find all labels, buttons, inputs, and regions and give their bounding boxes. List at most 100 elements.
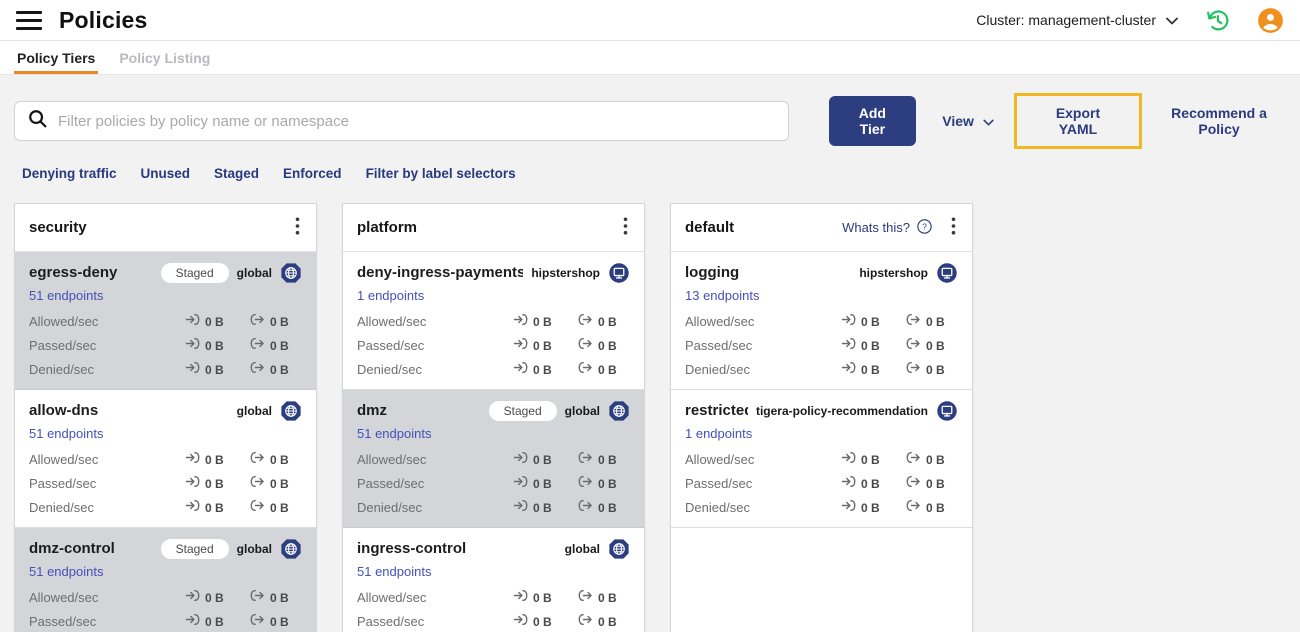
inbound-value: 0 B <box>861 476 880 491</box>
cluster-selector[interactable]: Cluster: management-cluster <box>976 12 1178 28</box>
inbound-value: 0 B <box>205 314 224 329</box>
history-icon <box>1204 7 1231 34</box>
endpoints-link[interactable]: 1 endpoints <box>357 288 424 303</box>
add-tier-button[interactable]: Add Tier <box>828 96 917 146</box>
outbound-value: 0 B <box>598 500 617 515</box>
policy-card-restricted[interactable]: restricted tigera-policy-recommendation 1 … <box>671 390 972 528</box>
stat-label: Allowed/sec <box>685 451 755 467</box>
outbound-value: 0 B <box>598 362 617 377</box>
egress-icon <box>578 361 593 378</box>
policy-card-egress-deny[interactable]: egress-deny Staged global 51 endpoints Allow… <box>15 252 316 390</box>
stat-label: Denied/sec <box>685 499 751 515</box>
ingress-icon <box>513 589 528 606</box>
stat-row: Passed/sec 0 B 0 B <box>685 337 958 354</box>
inbound-value: 0 B <box>861 314 880 329</box>
policy-card-logging[interactable]: logging hipstershop 13 endpoints Allowed/se… <box>671 252 972 390</box>
stat-row: Denied/sec 0 B 0 B <box>685 499 958 516</box>
filter-unused[interactable]: Unused <box>141 166 191 181</box>
stat-row: Denied/sec 0 B 0 B <box>685 361 958 378</box>
namespace-icon <box>936 262 958 284</box>
ingress-icon <box>513 337 528 354</box>
outbound-value: 0 B <box>270 452 289 467</box>
staged-badge: Staged <box>160 538 229 559</box>
filter-enforced[interactable]: Enforced <box>283 166 342 181</box>
ingress-icon <box>185 499 200 516</box>
inbound-stat: 0 B <box>185 361 240 378</box>
filter-filter-by-label-selectors[interactable]: Filter by label selectors <box>366 166 516 181</box>
outbound-stat: 0 B <box>578 613 630 630</box>
search-input[interactable] <box>58 112 776 130</box>
inbound-stat: 0 B <box>841 451 896 468</box>
egress-icon <box>250 361 265 378</box>
policy-card-dmz-control[interactable]: dmz-control Staged global 51 endpoints Allow… <box>15 528 316 632</box>
egress-icon <box>578 589 593 606</box>
outbound-stat: 0 B <box>250 451 302 468</box>
tab-policy-listing[interactable]: Policy Listing <box>116 41 213 74</box>
stat-label: Allowed/sec <box>357 589 427 605</box>
recommend-policy-button[interactable]: Recommend a Policy <box>1152 105 1286 137</box>
inbound-stat: 0 B <box>185 313 240 330</box>
filter-staged[interactable]: Staged <box>214 166 259 181</box>
egress-icon <box>250 475 265 492</box>
endpoints-link[interactable]: 51 endpoints <box>29 426 103 441</box>
inbound-value: 0 B <box>533 362 552 377</box>
endpoints-link[interactable]: 13 endpoints <box>685 288 759 303</box>
tab-policy-tiers[interactable]: Policy Tiers <box>14 41 99 74</box>
view-button-label: View <box>942 113 974 129</box>
outbound-stat: 0 B <box>906 475 958 492</box>
outbound-value: 0 B <box>270 314 289 329</box>
egress-icon <box>906 499 921 516</box>
outbound-stat: 0 B <box>578 313 630 330</box>
endpoints-link[interactable]: 51 endpoints <box>357 564 431 579</box>
stat-row: Allowed/sec 0 B 0 B <box>29 313 302 330</box>
tier-menu-button[interactable] <box>289 215 306 240</box>
policy-card-dmz[interactable]: dmz Staged global 51 endpoints Allowed/sec 0 … <box>343 390 644 528</box>
inbound-stat: 0 B <box>841 361 896 378</box>
menu-icon[interactable] <box>16 7 42 33</box>
policy-card-deny-ingress-paymentservi[interactable]: deny-ingress-paymentservi… hipstershop 1 e… <box>343 252 644 390</box>
view-button[interactable]: View <box>942 113 994 129</box>
endpoints-link[interactable]: 1 endpoints <box>685 426 752 441</box>
egress-icon <box>578 337 593 354</box>
stat-label: Denied/sec <box>357 361 423 377</box>
policy-header: ingress-control global <box>357 537 630 560</box>
globe-icon <box>608 400 630 422</box>
endpoints-link[interactable]: 51 endpoints <box>29 288 103 303</box>
whats-this-label: Whats this? <box>842 220 910 235</box>
tier-menu-button[interactable] <box>617 215 634 240</box>
inbound-stat: 0 B <box>513 313 568 330</box>
outbound-value: 0 B <box>270 362 289 377</box>
policy-name: dmz <box>357 402 387 419</box>
stat-label: Passed/sec <box>685 475 753 491</box>
stat-row: Passed/sec 0 B 0 B <box>685 475 958 492</box>
policy-header: logging hipstershop <box>685 261 958 284</box>
user-menu-button[interactable] <box>1257 7 1284 34</box>
ingress-icon <box>185 589 200 606</box>
content: Add Tier View Export YAML Recommend a Po… <box>0 75 1300 632</box>
egress-icon <box>250 589 265 606</box>
ingress-icon <box>185 313 200 330</box>
outbound-value: 0 B <box>926 452 945 467</box>
stat-label: Passed/sec <box>29 475 97 491</box>
outbound-value: 0 B <box>270 614 289 629</box>
endpoints-link[interactable]: 51 endpoints <box>357 426 431 441</box>
policy-card-ingress-control[interactable]: ingress-control global 51 endpoints Allowed… <box>343 528 644 632</box>
policy-card-allow-dns[interactable]: allow-dns global 51 endpoints Allowed/sec 0 … <box>15 390 316 528</box>
outbound-value: 0 B <box>598 452 617 467</box>
stat-row: Denied/sec 0 B 0 B <box>357 361 630 378</box>
tier-menu-button[interactable] <box>945 215 962 240</box>
inbound-value: 0 B <box>533 452 552 467</box>
export-yaml-button[interactable]: Export YAML <box>1037 105 1119 137</box>
endpoints-link[interactable]: 51 endpoints <box>29 564 103 579</box>
history-button[interactable] <box>1204 7 1231 34</box>
whats-this-link[interactable]: Whats this?? <box>842 218 933 238</box>
stat-row: Allowed/sec 0 B 0 B <box>357 451 630 468</box>
kebab-icon <box>295 217 300 238</box>
stat-row: Denied/sec 0 B 0 B <box>29 499 302 516</box>
search-icon <box>27 108 48 134</box>
filter-denying-traffic[interactable]: Denying traffic <box>22 166 117 181</box>
stat-row: Passed/sec 0 B 0 B <box>357 337 630 354</box>
policy-header: restricted tigera-policy-recommendation <box>685 399 958 422</box>
stat-row: Passed/sec 0 B 0 B <box>29 613 302 630</box>
page-title: Policies <box>59 6 148 33</box>
